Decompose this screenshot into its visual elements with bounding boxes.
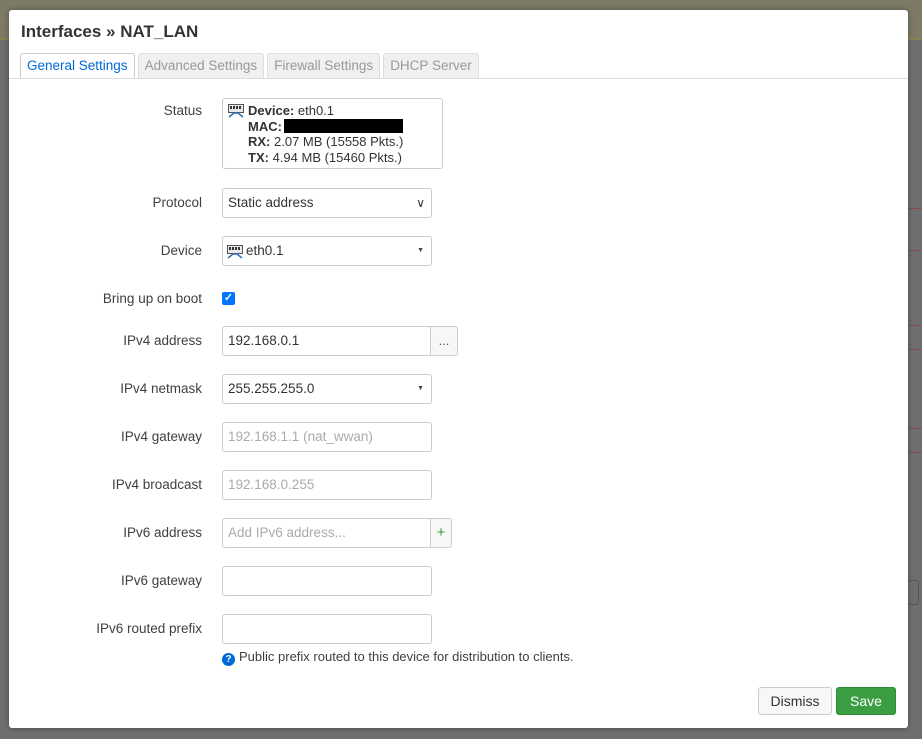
ipv4-address-more-button[interactable]: ... [430, 326, 458, 356]
ipv6-address-add-button[interactable]: + [430, 518, 452, 548]
tab-divider [9, 78, 908, 79]
ipv6-gateway-input[interactable] [222, 566, 432, 596]
ipv6-prefix-label: IPv6 routed prefix [96, 621, 202, 636]
ipv4-netmask-value: 255.255.255.0 [228, 381, 315, 396]
dismiss-button[interactable]: Dismiss [758, 687, 832, 715]
background-divider [909, 250, 922, 251]
save-button[interactable]: Save [836, 687, 896, 715]
protocol-value: Static address [228, 195, 314, 210]
device-value: eth0.1 [246, 243, 284, 258]
interface-edit-modal: Interfaces » NAT_LAN General Settings Ad… [9, 10, 908, 728]
ipv4-broadcast-input[interactable]: 192.168.0.255 [222, 470, 432, 500]
ipv6-prefix-input[interactable] [222, 614, 432, 644]
ipv6-prefix-help-text: Public prefix routed to this device for … [239, 649, 574, 664]
tab-bar: General Settings Advanced Settings Firew… [20, 53, 482, 79]
ipv4-netmask-select[interactable]: 255.255.255.0 ▼ [222, 374, 432, 404]
status-rx-key: RX: [248, 134, 271, 149]
ipv6-prefix-help: ? Public prefix routed to this device for… [222, 649, 574, 666]
background-divider [909, 208, 922, 209]
ipv4-gateway-label: IPv4 gateway [120, 429, 202, 444]
ethernet-port-icon [228, 104, 244, 118]
ipv4-address-label: IPv4 address [123, 333, 202, 348]
ipv4-gateway-placeholder: 192.168.1.1 (nat_wwan) [228, 429, 373, 444]
ipv4-broadcast-placeholder: 192.168.0.255 [228, 477, 315, 492]
ipv4-netmask-label: IPv4 netmask [120, 381, 202, 396]
tab-dhcp-server[interactable]: DHCP Server [383, 53, 479, 78]
bring-up-label: Bring up on boot [102, 291, 202, 306]
status-device-key: Device: [248, 103, 295, 118]
status-rx-value: 2.07 MB (15558 Pkts.) [274, 134, 404, 149]
caret-down-icon: ▼ [417, 385, 424, 392]
ipv6-gateway-label: IPv6 gateway [120, 573, 202, 588]
modal-title: Interfaces » NAT_LAN [21, 22, 199, 41]
status-tx-value: 4.94 MB (15460 Pkts.) [272, 149, 402, 165]
protocol-select[interactable]: Static address ∨ [222, 188, 432, 218]
ethernet-port-icon [227, 245, 243, 259]
bring-up-checkbox[interactable]: ✓ [222, 292, 235, 305]
protocol-label: Protocol [152, 195, 202, 210]
ipv4-broadcast-label: IPv4 broadcast [111, 477, 202, 492]
status-mac-key: MAC: [248, 118, 282, 134]
device-label: Device [160, 243, 202, 258]
status-label: Status [163, 103, 202, 118]
background-divider [909, 325, 922, 326]
ipv4-address-input[interactable]: 192.168.0.1 [222, 326, 431, 356]
mac-redaction [283, 118, 403, 133]
background-divider [909, 428, 922, 429]
status-device-value: eth0.1 [297, 103, 335, 118]
device-select[interactable]: eth0.1 ▼ [222, 236, 432, 266]
chevron-down-icon: ∨ [416, 196, 425, 210]
tab-firewall-settings[interactable]: Firewall Settings [267, 53, 381, 78]
status-tx-key: TX: [248, 149, 269, 165]
tab-advanced-settings[interactable]: Advanced Settings [137, 53, 265, 78]
ipv6-address-input[interactable]: Add IPv6 address... [222, 518, 431, 548]
ipv6-address-label: IPv6 address [123, 525, 202, 540]
ipv4-address-value: 192.168.0.1 [228, 333, 300, 348]
caret-down-icon: ▼ [417, 247, 424, 254]
question-circle-icon: ? [222, 653, 235, 666]
tab-general-settings[interactable]: General Settings [20, 53, 135, 79]
ipv4-gateway-input[interactable]: 192.168.1.1 (nat_wwan) [222, 422, 432, 452]
background-divider [909, 349, 922, 350]
background-button [907, 580, 919, 605]
ipv6-address-placeholder: Add IPv6 address... [228, 525, 346, 540]
background-divider [909, 452, 922, 453]
status-panel: Device: eth0.1 MAC: RX: 2.07 MB (15558 P… [222, 98, 443, 169]
